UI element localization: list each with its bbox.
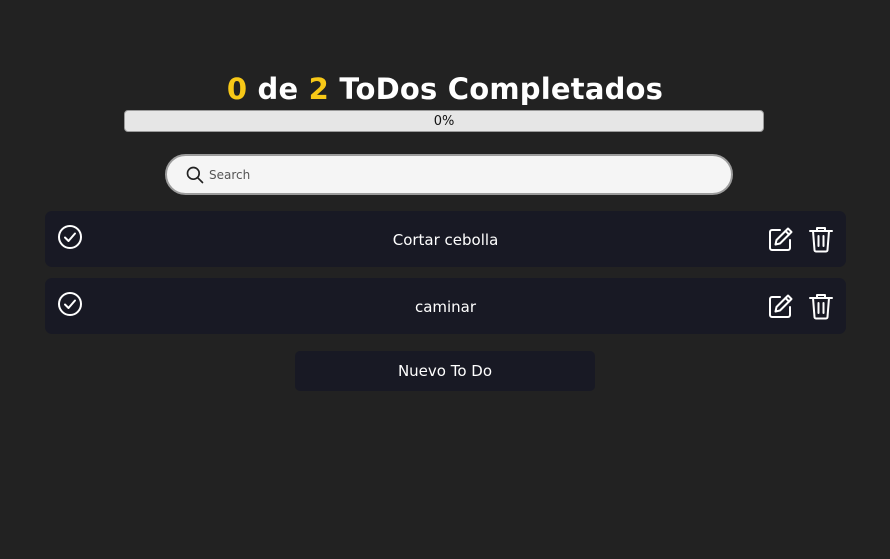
progress-label: 0% xyxy=(433,114,455,129)
total-count: 2 xyxy=(308,72,330,107)
edit-icon[interactable] xyxy=(767,292,795,320)
title-word-of: de xyxy=(257,72,299,107)
todo-item: Cortar cebolla xyxy=(45,211,846,267)
todo-text: caminar xyxy=(414,298,477,316)
todo-text: Cortar cebolla xyxy=(392,231,499,249)
edit-icon[interactable] xyxy=(767,225,795,253)
search-icon xyxy=(186,166,204,184)
search-box xyxy=(165,154,733,195)
check-circle-icon[interactable] xyxy=(57,224,83,250)
todo-item: caminar xyxy=(45,278,846,334)
trash-icon[interactable] xyxy=(808,292,834,320)
page-title: 0 de 2 ToDos Completados xyxy=(0,67,890,111)
new-todo-button[interactable]: Nuevo To Do xyxy=(295,351,595,391)
todo-list: Cortar cebolla caminar xyxy=(45,211,846,345)
todo-app: 0 de 2 ToDos Completados 0% Cortar cebol… xyxy=(0,0,890,559)
title-suffix: ToDos Completados xyxy=(339,72,664,107)
progress-bar: 0% xyxy=(124,110,764,132)
check-circle-icon[interactable] xyxy=(57,291,83,317)
completed-count: 0 xyxy=(226,72,248,107)
search-input[interactable] xyxy=(209,156,709,193)
trash-icon[interactable] xyxy=(808,225,834,253)
